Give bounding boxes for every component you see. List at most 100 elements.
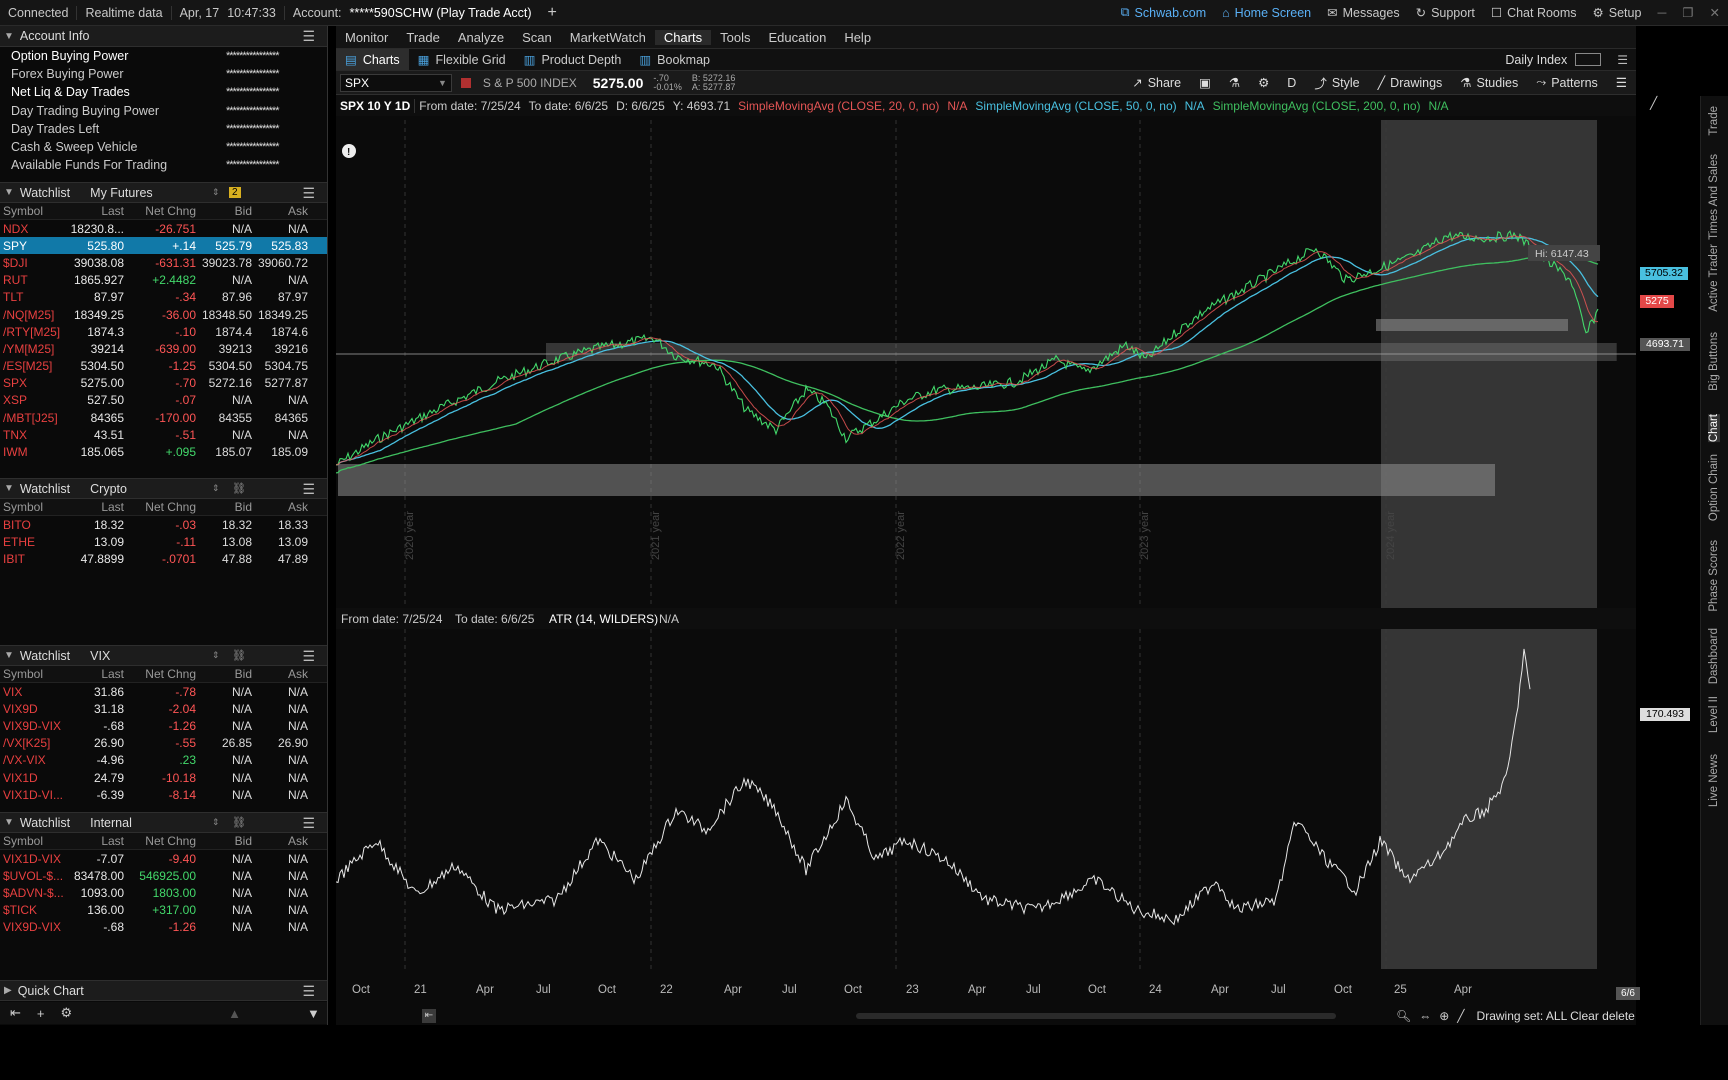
watchlist-row[interactable]: /YM[M25] 39214 -639.00 39213 39216 (0, 340, 327, 357)
drawing-pencil-icon[interactable]: ╱ (1650, 96, 1666, 110)
nav-education[interactable]: Education (759, 30, 835, 45)
nav-tools[interactable]: Tools (711, 30, 759, 45)
watchlist-row[interactable]: $ADVN-$... 1093.00 1803.00 N/A N/A (0, 884, 327, 901)
add-icon[interactable]: + (37, 1006, 45, 1021)
watchlist-name[interactable]: My Futures (90, 186, 153, 200)
studies-button[interactable]: ⚗ Studies (1451, 75, 1527, 91)
down-icon[interactable]: ▼ (307, 1006, 320, 1021)
minimize-button[interactable]: ─ (1649, 6, 1674, 20)
patterns-button[interactable]: ⤳ Patterns (1527, 75, 1607, 90)
watchlist-row[interactable]: /MBT[J25] 84365 -170.00 84355 84365 (0, 409, 327, 426)
zoom-icon[interactable]: 🔍︎ (1396, 1009, 1411, 1023)
nav-monitor[interactable]: Monitor (336, 30, 397, 45)
nav-scan[interactable]: Scan (513, 30, 561, 45)
sma200-label[interactable]: SimpleMovingAvg (CLOSE, 200, 0, no) (1209, 99, 1425, 113)
watchlist-row[interactable]: SPY 525.80 +.14 525.79 525.83 (0, 237, 327, 255)
side-tab-trade[interactable]: Trade (1708, 106, 1720, 136)
watchlist-header[interactable]: ▼ Watchlist Crypto ⇕ ⛓ ☰ (0, 478, 327, 499)
pan-icon[interactable]: ⇔ (1419, 1009, 1431, 1023)
drawings-button[interactable]: ╱ Drawings (1369, 75, 1452, 91)
watchlist-row[interactable]: /ES[M25] 5304.50 -1.25 5304.50 5304.75 (0, 358, 327, 375)
setup-button[interactable]: ⚙ Setup (1585, 5, 1650, 21)
sma50-label[interactable]: SimpleMovingAvg (CLOSE, 50, 0, no) (971, 99, 1180, 113)
chat-rooms-button[interactable]: ☐ Chat Rooms (1483, 5, 1585, 21)
sort-icon[interactable]: ⇕ (212, 483, 220, 494)
nav-help[interactable]: Help (835, 30, 880, 45)
quick-chart-header[interactable]: ▶ Quick Chart ☰ (0, 980, 327, 1001)
subtab-flexible-grid[interactable]: ▦ Flexible Grid (409, 49, 515, 70)
watchlist-row[interactable]: VIX 31.86 -.78 N/A N/A (0, 683, 327, 700)
col-symbol[interactable]: Symbol (0, 667, 64, 681)
menu-icon[interactable]: ☰ (302, 648, 315, 665)
watchlist-row[interactable]: /NQ[M25] 18349.25 -36.00 18348.50 18349.25 (0, 306, 327, 323)
settings-button[interactable]: ⚙ (1249, 75, 1278, 90)
nav-charts[interactable]: Charts (654, 29, 712, 45)
menu-icon[interactable]: ☰ (1617, 53, 1628, 67)
drawing-set-label[interactable]: Drawing set: ALL Clear delete (1477, 1009, 1635, 1023)
col-ask[interactable]: Ask (252, 834, 308, 848)
subtab-charts[interactable]: ▤ Charts (336, 49, 409, 70)
collapse-icon[interactable]: ⇤ (10, 1005, 21, 1021)
col-net-change[interactable]: Net Chng (124, 500, 196, 514)
selected-range-upper[interactable] (1381, 120, 1597, 608)
chevron-down-icon[interactable]: ▼ (438, 78, 447, 88)
side-tab-active-trader[interactable]: Active Trader (1708, 244, 1720, 312)
col-ask[interactable]: Ask (252, 500, 308, 514)
subtab-bookmap[interactable]: ▥ Bookmap (630, 49, 719, 70)
col-ask[interactable]: Ask (252, 667, 308, 681)
link-icon[interactable]: ⛓ (232, 482, 246, 495)
crosshair-icon[interactable]: ⊕ (1439, 1009, 1449, 1023)
watchlist-name[interactable]: VIX (90, 649, 110, 663)
side-tab-times-and-sales[interactable]: Times And Sales (1708, 154, 1720, 240)
watchlist-row[interactable]: /VX[K25] 26.90 -.55 26.85 26.90 (0, 735, 327, 752)
col-ask[interactable]: Ask (252, 204, 308, 218)
selected-range-lower[interactable] (1381, 629, 1597, 969)
watchlist-name[interactable]: Crypto (90, 482, 127, 496)
side-tab-chart[interactable]: Chart (1708, 414, 1720, 443)
home-screen-button[interactable]: ⌂ Home Screen (1214, 6, 1319, 20)
watchlist-row[interactable]: VIX1D 24.79 -10.18 N/A N/A (0, 769, 327, 786)
sort-icon[interactable]: ⇕ (212, 817, 220, 828)
chart-scrollbar[interactable] (856, 1013, 1336, 1019)
link-color-icon[interactable] (460, 77, 471, 88)
col-last[interactable]: Last (64, 204, 124, 218)
atr-label[interactable]: ATR (14, WILDERS) (549, 612, 658, 626)
col-bid[interactable]: Bid (196, 500, 252, 514)
link-icon[interactable]: ⛓ (232, 816, 246, 829)
watchlist-header[interactable]: ▼ Watchlist My Futures ⇕ 2 ☰ (0, 182, 327, 203)
watchlist-row[interactable]: VIX9D 31.18 -2.04 N/A N/A (0, 700, 327, 717)
sort-icon[interactable]: ⇕ (212, 650, 220, 661)
watchlist-row[interactable]: NDX 18230.8... -26.751 N/A N/A (0, 220, 327, 237)
demand-zone[interactable] (338, 464, 1495, 496)
col-net-change[interactable]: Net Chng (124, 667, 196, 681)
watchlist-row[interactable]: RUT 1865.927 +2.4482 N/A N/A (0, 272, 327, 289)
maximize-button[interactable]: ❐ (1674, 5, 1701, 20)
period-button[interactable]: D (1278, 76, 1305, 90)
gear-icon[interactable]: ⚙ (61, 1005, 73, 1021)
close-button[interactable]: ✕ (1702, 5, 1728, 20)
menu-icon[interactable]: ☰ (302, 815, 315, 832)
watchlist-row[interactable]: TNX 43.51 -.51 N/A N/A (0, 426, 327, 443)
symbol-input[interactable]: SPX (340, 73, 452, 92)
sma20-label[interactable]: SimpleMovingAvg (CLOSE, 20, 0, no) (734, 99, 943, 113)
account-selector[interactable]: *****590SCHW (Play Trade Acct) (350, 6, 540, 20)
col-net-change[interactable]: Net Chng (124, 834, 196, 848)
watchlist-row[interactable]: BITO 18.32 -.03 18.32 18.33 (0, 516, 327, 533)
watchlist-row[interactable]: VIX9D-VIX -.68 -1.26 N/A N/A (0, 919, 327, 936)
watchlist-row[interactable]: VIX9D-VIX -.68 -1.26 N/A N/A (0, 717, 327, 734)
watchlist-row[interactable]: /VX-VIX -4.96 .23 N/A N/A (0, 752, 327, 769)
watchlist-header[interactable]: ▼ Watchlist VIX ⇕ ⛓ ☰ (0, 645, 327, 666)
col-net-change[interactable]: Net Chng (124, 204, 196, 218)
snapshot-button[interactable]: ▣ (1190, 75, 1220, 90)
watchlist-row[interactable]: IBIT 47.8899 -.0701 47.88 47.89 (0, 550, 327, 567)
watchlist-row[interactable]: IWM 185.065 +.095 185.07 185.09 (0, 443, 327, 460)
schwab-link[interactable]: ⧉ Schwab.com (1113, 5, 1215, 20)
share-button[interactable]: ↗ Share (1123, 75, 1190, 91)
col-bid[interactable]: Bid (196, 204, 252, 218)
col-last[interactable]: Last (64, 667, 124, 681)
watchlist-row[interactable]: TLT 87.97 -.34 87.96 87.97 (0, 289, 327, 306)
col-last[interactable]: Last (64, 834, 124, 848)
daily-index-toggle[interactable] (1575, 53, 1602, 66)
watchlist-row[interactable]: ETHE 13.09 -.11 13.08 13.09 (0, 533, 327, 550)
menu-icon[interactable]: ☰ (302, 481, 315, 498)
